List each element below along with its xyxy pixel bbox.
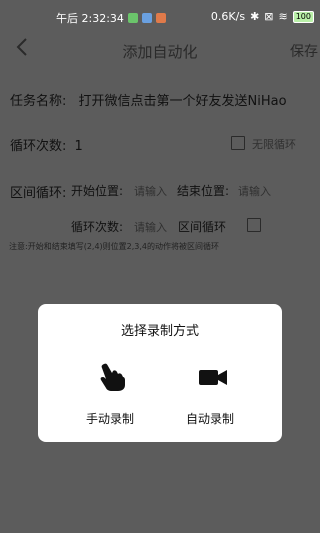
task-name-row: 任务名称: 打开微信点击第一个好友发送NiHao bbox=[10, 90, 287, 109]
range-loop-count-input[interactable]: 请输入 bbox=[134, 219, 167, 235]
range-loop-count-label: 循环次数: bbox=[71, 220, 124, 234]
wechat-notification-icon bbox=[127, 13, 138, 23]
task-name-label: 任务名称: bbox=[10, 94, 67, 109]
wifi-icon: ≋ bbox=[278, 10, 288, 23]
range-loop-checkbox[interactable] bbox=[247, 218, 261, 232]
dialog-title: 选择录制方式 bbox=[120, 324, 199, 339]
app-bar: 添加自动化 保存 bbox=[0, 33, 320, 66]
end-position-label: 结束位置: bbox=[177, 184, 230, 198]
status-right: 0.6K/s ✱ ⊠ ≋ 100 bbox=[211, 10, 314, 23]
record-mode-dialog: 选择录制方式 手动录制 自动录制 bbox=[38, 304, 282, 442]
video-camera-icon bbox=[198, 362, 228, 396]
loop-count-input[interactable]: 1 bbox=[75, 139, 83, 154]
infinite-loop-label: 无限循环 bbox=[252, 138, 296, 151]
infinite-loop-checkbox[interactable] bbox=[231, 136, 245, 150]
app-notification-icon bbox=[141, 13, 152, 23]
status-time: 午后 2:32:34 bbox=[56, 12, 124, 25]
manual-record-label: 手动录制 bbox=[85, 412, 134, 426]
range-loop-note: 注意:开始和结束填写(2,4)则位置2,3,4的动作将被区间循环 bbox=[9, 242, 220, 251]
no-sim-icon: ⊠ bbox=[264, 10, 274, 23]
loop-count-label: 循环次数: bbox=[10, 139, 67, 154]
status-bar: 午后 2:32:34 0.6K/s ✱ ⊠ ≋ 100 bbox=[0, 0, 320, 33]
task-name-input[interactable]: 打开微信点击第一个好友发送NiHao bbox=[79, 94, 287, 109]
loop-count-row: 循环次数: 1 bbox=[10, 135, 83, 154]
auto-record-label: 自动录制 bbox=[185, 412, 234, 426]
start-position-input[interactable]: 请输入 bbox=[134, 183, 167, 199]
network-speed: 0.6K/s bbox=[210, 10, 246, 23]
save-button[interactable]: 保存 bbox=[290, 41, 320, 61]
range-loop-toggle-label: 区间循环 bbox=[178, 220, 227, 234]
status-left: 午后 2:32:34 bbox=[56, 10, 166, 26]
page-title: 添加自动化 bbox=[122, 43, 198, 61]
hand-pointer-icon bbox=[98, 362, 126, 396]
end-position-input[interactable]: 请输入 bbox=[238, 183, 271, 199]
start-position-label: 开始位置: bbox=[71, 184, 124, 198]
battery-icon: 100 bbox=[292, 10, 314, 23]
bluetooth-icon: ✱ bbox=[250, 10, 260, 23]
app-notification-icon-2 bbox=[155, 13, 166, 23]
range-loop-label: 区间循环: bbox=[10, 186, 67, 201]
